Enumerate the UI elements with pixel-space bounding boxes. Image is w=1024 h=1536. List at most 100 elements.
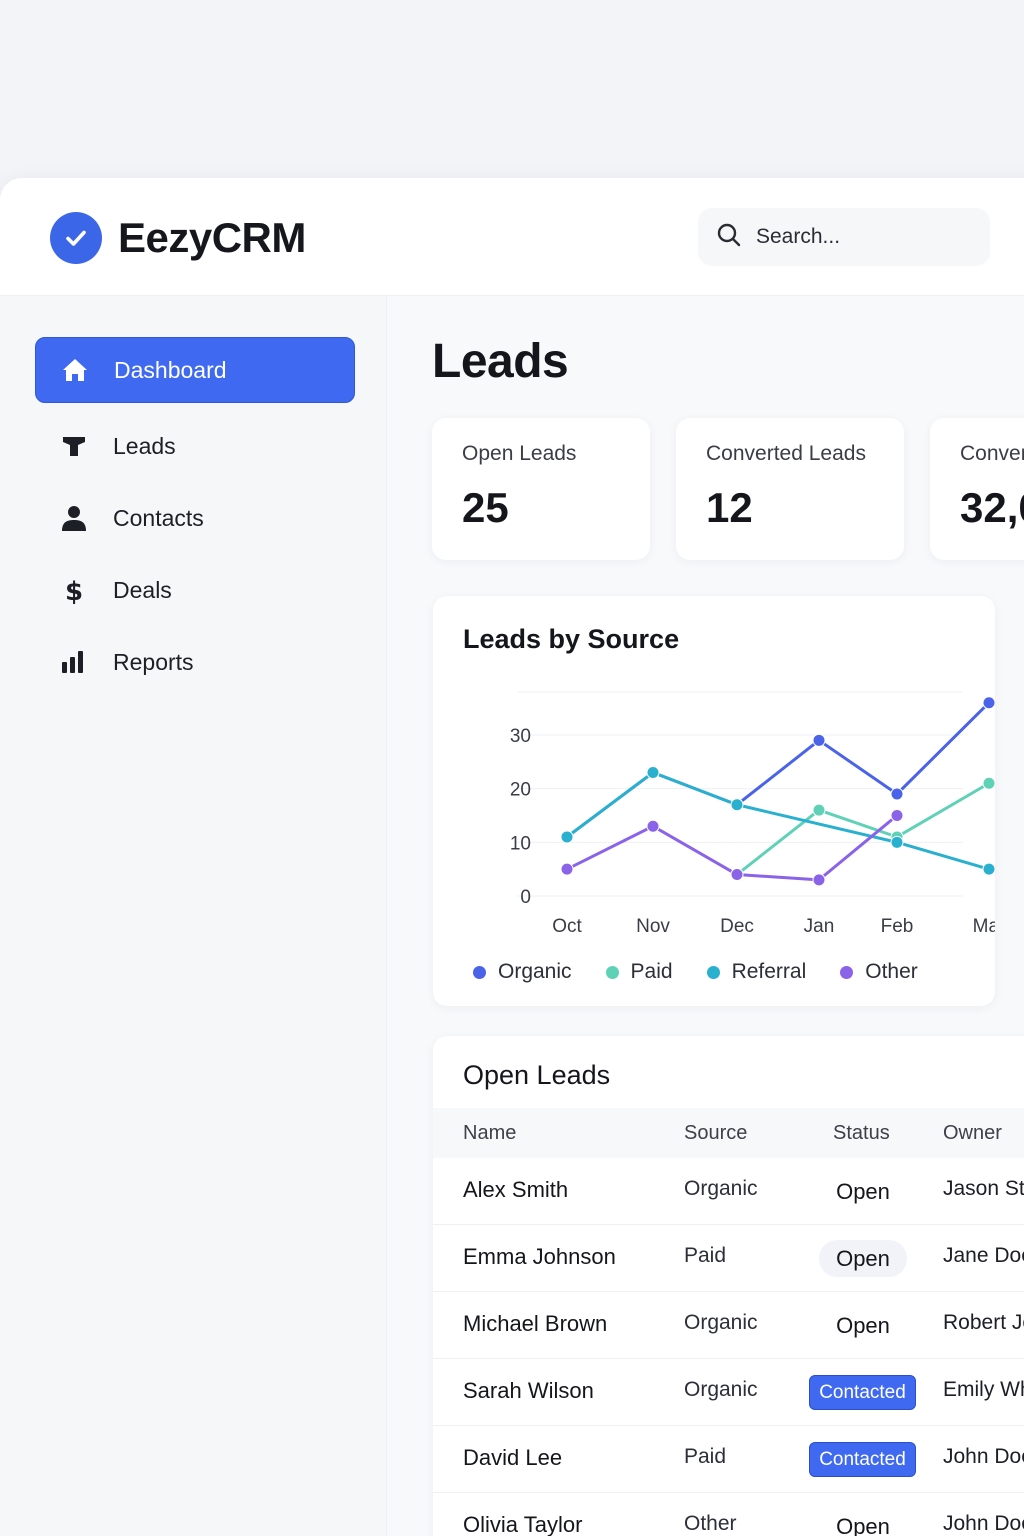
table-row[interactable]: David Lee Paid John Doe Contacted: [433, 1426, 1024, 1493]
stat-value: 32,0%: [960, 484, 1024, 531]
bar-chart-icon: [59, 647, 89, 677]
lead-source: Other: [684, 1512, 737, 1535]
status-badge[interactable]: Open: [819, 1508, 907, 1536]
series-line-organic: [565, 701, 991, 839]
table-header: Name Source Status Owner: [433, 1108, 1024, 1158]
stat-value: 25: [462, 484, 509, 531]
column-header-name[interactable]: Name: [463, 1122, 516, 1145]
y-tick-label: 20: [510, 780, 531, 801]
sidebar-item-label: Leads: [113, 432, 176, 459]
status-badge[interactable]: Contacted: [809, 1375, 916, 1410]
column-header-source[interactable]: Source: [684, 1122, 747, 1145]
lead-owner: John Doe: [943, 1512, 1024, 1535]
sidebar-item-dashboard[interactable]: Dashboard: [35, 337, 355, 403]
sidebar-item-contacts[interactable]: Contacts: [35, 485, 355, 551]
column-header-owner[interactable]: Owner: [943, 1122, 1002, 1145]
data-point-other[interactable]: [560, 862, 574, 876]
data-point-organic[interactable]: [812, 733, 826, 747]
legend-swatch: [706, 965, 720, 979]
data-point-organic[interactable]: [982, 696, 995, 710]
legend-swatch: [840, 965, 854, 979]
svg-text:$: $: [65, 577, 83, 605]
lead-owner: Jason Stone: [943, 1177, 1024, 1200]
table-row[interactable]: Alex Smith Organic Jason Stone Open: [433, 1158, 1024, 1225]
table-row[interactable]: Olivia Taylor Other John Doe Open: [433, 1493, 1024, 1536]
lead-source: Organic: [684, 1177, 758, 1200]
stat-label: Converted Leads: [706, 442, 866, 465]
search-placeholder: Search...: [756, 225, 841, 248]
data-point-other[interactable]: [812, 873, 826, 887]
status-badge[interactable]: Open: [819, 1240, 907, 1277]
lead-name: Michael Brown: [463, 1311, 608, 1336]
lead-source: Organic: [684, 1378, 758, 1401]
stat-card-open-leads[interactable]: Open Leads 25: [432, 418, 650, 560]
status-badge[interactable]: Open: [819, 1173, 907, 1210]
open-leads-table: Open Leads Name Source Status Owner Alex…: [433, 1036, 1024, 1536]
leads-by-source-card: Leads by Source 0 10 20 30 Oct Nov Dec Jan Feb Ma…: [433, 596, 995, 1006]
search-input[interactable]: Search...: [698, 208, 990, 266]
table-row[interactable]: Sarah Wilson Organic Emily White Contacted: [433, 1359, 1024, 1426]
data-point-organic[interactable]: [890, 787, 904, 801]
funnel-icon: [59, 431, 89, 461]
legend-item[interactable]: Paid: [605, 960, 673, 984]
brand[interactable]: EezyCRM: [50, 212, 306, 264]
main-content: Leads Open Leads 25 Converted Leads 12 C…: [387, 296, 1024, 1536]
y-tick-label: 0: [520, 887, 531, 908]
data-point-referral[interactable]: [730, 798, 744, 812]
legend-label: Paid: [630, 960, 673, 983]
home-icon: [60, 355, 90, 385]
sidebar-item-deals[interactable]: $ Deals: [35, 557, 355, 623]
table-row[interactable]: Michael Brown Organic Robert Jones Open: [433, 1292, 1024, 1359]
chart-legend: Organic Paid Referral Other: [473, 960, 952, 984]
x-tick-label: Feb: [881, 916, 914, 937]
stat-card-converted-leads[interactable]: Converted Leads 12: [676, 418, 904, 560]
sidebar-item-reports[interactable]: Reports: [35, 629, 355, 695]
column-header-status[interactable]: Status: [833, 1122, 890, 1145]
app-window: EezyCRM Search... Dashboard Leads Contac…: [0, 178, 1024, 1536]
search-icon: [716, 222, 742, 253]
x-tick-label: Mar: [973, 916, 995, 937]
data-point-referral[interactable]: [560, 830, 574, 844]
stat-card-conversion-rate[interactable]: Conversion Rate 32,0%: [930, 418, 1024, 560]
sidebar-item-label: Contacts: [113, 504, 204, 531]
legend-item[interactable]: Other: [840, 960, 918, 984]
person-icon: [59, 503, 89, 533]
data-point-referral[interactable]: [982, 862, 995, 876]
x-tick-label: Jan: [804, 916, 835, 937]
sidebar: Dashboard Leads Contacts $ Deals Reports: [0, 296, 386, 1536]
legend-swatch: [605, 965, 619, 979]
sidebar-item-leads[interactable]: Leads: [35, 413, 355, 479]
y-tick-label: 30: [510, 726, 531, 747]
data-point-referral[interactable]: [890, 835, 904, 849]
table-title: Open Leads: [463, 1060, 611, 1090]
table-row[interactable]: Emma Johnson Paid Jane Doe Open: [433, 1225, 1024, 1292]
lead-name: Olivia Taylor: [463, 1512, 583, 1536]
legend-label: Referral: [731, 960, 807, 983]
lead-owner: Emily White: [943, 1378, 1024, 1401]
legend-item[interactable]: Referral: [706, 960, 807, 984]
data-point-paid[interactable]: [982, 776, 995, 790]
stat-label: Open Leads: [462, 442, 577, 465]
legend-item[interactable]: Organic: [473, 960, 572, 984]
lead-owner: Jane Doe: [943, 1244, 1024, 1267]
check-circle-icon: [50, 212, 102, 264]
status-badge[interactable]: Open: [819, 1307, 907, 1344]
x-tick-label: Dec: [720, 916, 754, 937]
sidebar-item-label: Deals: [113, 576, 172, 603]
data-point-other[interactable]: [730, 868, 744, 882]
series-line-other: [565, 813, 899, 882]
data-point-other[interactable]: [890, 808, 904, 822]
data-point-paid[interactable]: [812, 803, 826, 817]
stat-value: 12: [706, 484, 753, 531]
data-point-referral[interactable]: [646, 766, 660, 780]
app-name: EezyCRM: [118, 214, 306, 261]
data-point-other[interactable]: [646, 819, 660, 833]
legend-swatch: [473, 965, 486, 979]
stat-label: Conversion Rate: [960, 442, 1024, 465]
sidebar-item-label: Reports: [113, 648, 194, 675]
lead-name: Emma Johnson: [463, 1244, 616, 1269]
x-tick-label: Nov: [636, 916, 670, 937]
top-bar: EezyCRM Search...: [0, 178, 1024, 296]
status-badge[interactable]: Contacted: [809, 1442, 916, 1477]
lead-owner: Robert Jones: [943, 1311, 1024, 1334]
